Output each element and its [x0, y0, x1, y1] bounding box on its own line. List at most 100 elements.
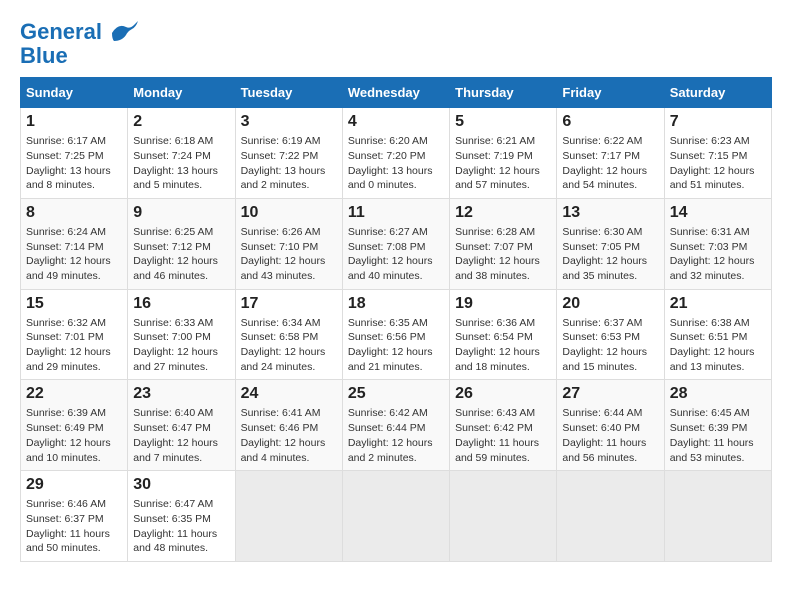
day-info: Sunrise: 6:36 AM Sunset: 6:54 PM Dayligh… — [455, 316, 551, 375]
logo-text-blue: Blue — [20, 45, 138, 67]
sunrise-label: Sunrise: 6:24 AM — [26, 226, 106, 238]
day-info: Sunrise: 6:41 AM Sunset: 6:46 PM Dayligh… — [241, 406, 337, 465]
sunrise-label: Sunrise: 6:47 AM — [133, 498, 213, 510]
day-info: Sunrise: 6:20 AM Sunset: 7:20 PM Dayligh… — [348, 134, 444, 193]
day-number: 21 — [670, 295, 766, 313]
day-info: Sunrise: 6:28 AM Sunset: 7:07 PM Dayligh… — [455, 225, 551, 284]
day-info: Sunrise: 6:46 AM Sunset: 6:37 PM Dayligh… — [26, 497, 122, 556]
sunset-label: Sunset: 7:17 PM — [562, 150, 640, 162]
day-info: Sunrise: 6:22 AM Sunset: 7:17 PM Dayligh… — [562, 134, 658, 193]
day-number: 20 — [562, 295, 658, 313]
daylight-label: Daylight: 11 hours and 56 minutes. — [562, 437, 646, 464]
table-row: 27 Sunrise: 6:44 AM Sunset: 6:40 PM Dayl… — [557, 380, 664, 471]
logo-text-general: General — [20, 19, 102, 44]
day-number: 7 — [670, 113, 766, 131]
daylight-label: Daylight: 11 hours and 50 minutes. — [26, 528, 110, 555]
daylight-label: Daylight: 12 hours and 57 minutes. — [455, 165, 540, 192]
table-row — [450, 471, 557, 562]
sunrise-label: Sunrise: 6:38 AM — [670, 317, 750, 329]
day-info: Sunrise: 6:43 AM Sunset: 6:42 PM Dayligh… — [455, 406, 551, 465]
day-info: Sunrise: 6:18 AM Sunset: 7:24 PM Dayligh… — [133, 134, 229, 193]
table-row: 6 Sunrise: 6:22 AM Sunset: 7:17 PM Dayli… — [557, 108, 664, 199]
calendar-week-row: 22 Sunrise: 6:39 AM Sunset: 6:49 PM Dayl… — [21, 380, 772, 471]
sunset-label: Sunset: 7:20 PM — [348, 150, 426, 162]
table-row: 4 Sunrise: 6:20 AM Sunset: 7:20 PM Dayli… — [342, 108, 449, 199]
col-tuesday: Tuesday — [235, 78, 342, 108]
sunrise-label: Sunrise: 6:42 AM — [348, 407, 428, 419]
sunrise-label: Sunrise: 6:37 AM — [562, 317, 642, 329]
table-row: 18 Sunrise: 6:35 AM Sunset: 6:56 PM Dayl… — [342, 289, 449, 380]
sunrise-label: Sunrise: 6:40 AM — [133, 407, 213, 419]
table-row: 28 Sunrise: 6:45 AM Sunset: 6:39 PM Dayl… — [664, 380, 771, 471]
daylight-label: Daylight: 12 hours and 2 minutes. — [348, 437, 433, 464]
daylight-label: Daylight: 12 hours and 4 minutes. — [241, 437, 326, 464]
sunset-label: Sunset: 6:44 PM — [348, 422, 426, 434]
day-number: 13 — [562, 204, 658, 222]
sunrise-label: Sunrise: 6:26 AM — [241, 226, 321, 238]
day-info: Sunrise: 6:39 AM Sunset: 6:49 PM Dayligh… — [26, 406, 122, 465]
sunset-label: Sunset: 6:39 PM — [670, 422, 748, 434]
sunrise-label: Sunrise: 6:41 AM — [241, 407, 321, 419]
table-row: 17 Sunrise: 6:34 AM Sunset: 6:58 PM Dayl… — [235, 289, 342, 380]
calendar-week-row: 29 Sunrise: 6:46 AM Sunset: 6:37 PM Dayl… — [21, 471, 772, 562]
day-number: 25 — [348, 385, 444, 403]
day-info: Sunrise: 6:30 AM Sunset: 7:05 PM Dayligh… — [562, 225, 658, 284]
day-number: 9 — [133, 204, 229, 222]
sunrise-label: Sunrise: 6:20 AM — [348, 135, 428, 147]
day-info: Sunrise: 6:17 AM Sunset: 7:25 PM Dayligh… — [26, 134, 122, 193]
daylight-label: Daylight: 12 hours and 38 minutes. — [455, 255, 540, 282]
sunset-label: Sunset: 7:03 PM — [670, 241, 748, 253]
day-info: Sunrise: 6:24 AM Sunset: 7:14 PM Dayligh… — [26, 225, 122, 284]
col-wednesday: Wednesday — [342, 78, 449, 108]
day-number: 22 — [26, 385, 122, 403]
sunset-label: Sunset: 7:19 PM — [455, 150, 533, 162]
daylight-label: Daylight: 12 hours and 43 minutes. — [241, 255, 326, 282]
sunrise-label: Sunrise: 6:21 AM — [455, 135, 535, 147]
daylight-label: Daylight: 12 hours and 27 minutes. — [133, 346, 218, 373]
table-row: 3 Sunrise: 6:19 AM Sunset: 7:22 PM Dayli… — [235, 108, 342, 199]
table-row — [235, 471, 342, 562]
daylight-label: Daylight: 13 hours and 5 minutes. — [133, 165, 218, 192]
calendar-week-row: 1 Sunrise: 6:17 AM Sunset: 7:25 PM Dayli… — [21, 108, 772, 199]
table-row: 5 Sunrise: 6:21 AM Sunset: 7:19 PM Dayli… — [450, 108, 557, 199]
sunset-label: Sunset: 6:35 PM — [133, 513, 211, 525]
daylight-label: Daylight: 12 hours and 29 minutes. — [26, 346, 111, 373]
table-row: 24 Sunrise: 6:41 AM Sunset: 6:46 PM Dayl… — [235, 380, 342, 471]
table-row — [664, 471, 771, 562]
table-row: 26 Sunrise: 6:43 AM Sunset: 6:42 PM Dayl… — [450, 380, 557, 471]
day-number: 1 — [26, 113, 122, 131]
daylight-label: Daylight: 12 hours and 49 minutes. — [26, 255, 111, 282]
sunrise-label: Sunrise: 6:33 AM — [133, 317, 213, 329]
sunset-label: Sunset: 7:22 PM — [241, 150, 319, 162]
sunrise-label: Sunrise: 6:45 AM — [670, 407, 750, 419]
day-number: 15 — [26, 295, 122, 313]
daylight-label: Daylight: 12 hours and 21 minutes. — [348, 346, 433, 373]
sunset-label: Sunset: 6:56 PM — [348, 331, 426, 343]
day-info: Sunrise: 6:34 AM Sunset: 6:58 PM Dayligh… — [241, 316, 337, 375]
daylight-label: Daylight: 12 hours and 18 minutes. — [455, 346, 540, 373]
sunset-label: Sunset: 7:25 PM — [26, 150, 104, 162]
daylight-label: Daylight: 12 hours and 40 minutes. — [348, 255, 433, 282]
day-number: 29 — [26, 476, 122, 494]
day-info: Sunrise: 6:38 AM Sunset: 6:51 PM Dayligh… — [670, 316, 766, 375]
daylight-label: Daylight: 12 hours and 7 minutes. — [133, 437, 218, 464]
table-row: 30 Sunrise: 6:47 AM Sunset: 6:35 PM Dayl… — [128, 471, 235, 562]
day-info: Sunrise: 6:25 AM Sunset: 7:12 PM Dayligh… — [133, 225, 229, 284]
sunrise-label: Sunrise: 6:22 AM — [562, 135, 642, 147]
table-row: 21 Sunrise: 6:38 AM Sunset: 6:51 PM Dayl… — [664, 289, 771, 380]
day-number: 19 — [455, 295, 551, 313]
sunrise-label: Sunrise: 6:36 AM — [455, 317, 535, 329]
day-info: Sunrise: 6:47 AM Sunset: 6:35 PM Dayligh… — [133, 497, 229, 556]
day-number: 3 — [241, 113, 337, 131]
calendar-header-row: Sunday Monday Tuesday Wednesday Thursday… — [21, 78, 772, 108]
sunset-label: Sunset: 7:07 PM — [455, 241, 533, 253]
sunset-label: Sunset: 7:00 PM — [133, 331, 211, 343]
day-info: Sunrise: 6:33 AM Sunset: 7:00 PM Dayligh… — [133, 316, 229, 375]
day-info: Sunrise: 6:26 AM Sunset: 7:10 PM Dayligh… — [241, 225, 337, 284]
sunrise-label: Sunrise: 6:17 AM — [26, 135, 106, 147]
day-info: Sunrise: 6:44 AM Sunset: 6:40 PM Dayligh… — [562, 406, 658, 465]
daylight-label: Daylight: 11 hours and 59 minutes. — [455, 437, 539, 464]
sunset-label: Sunset: 7:05 PM — [562, 241, 640, 253]
daylight-label: Daylight: 12 hours and 46 minutes. — [133, 255, 218, 282]
day-info: Sunrise: 6:27 AM Sunset: 7:08 PM Dayligh… — [348, 225, 444, 284]
